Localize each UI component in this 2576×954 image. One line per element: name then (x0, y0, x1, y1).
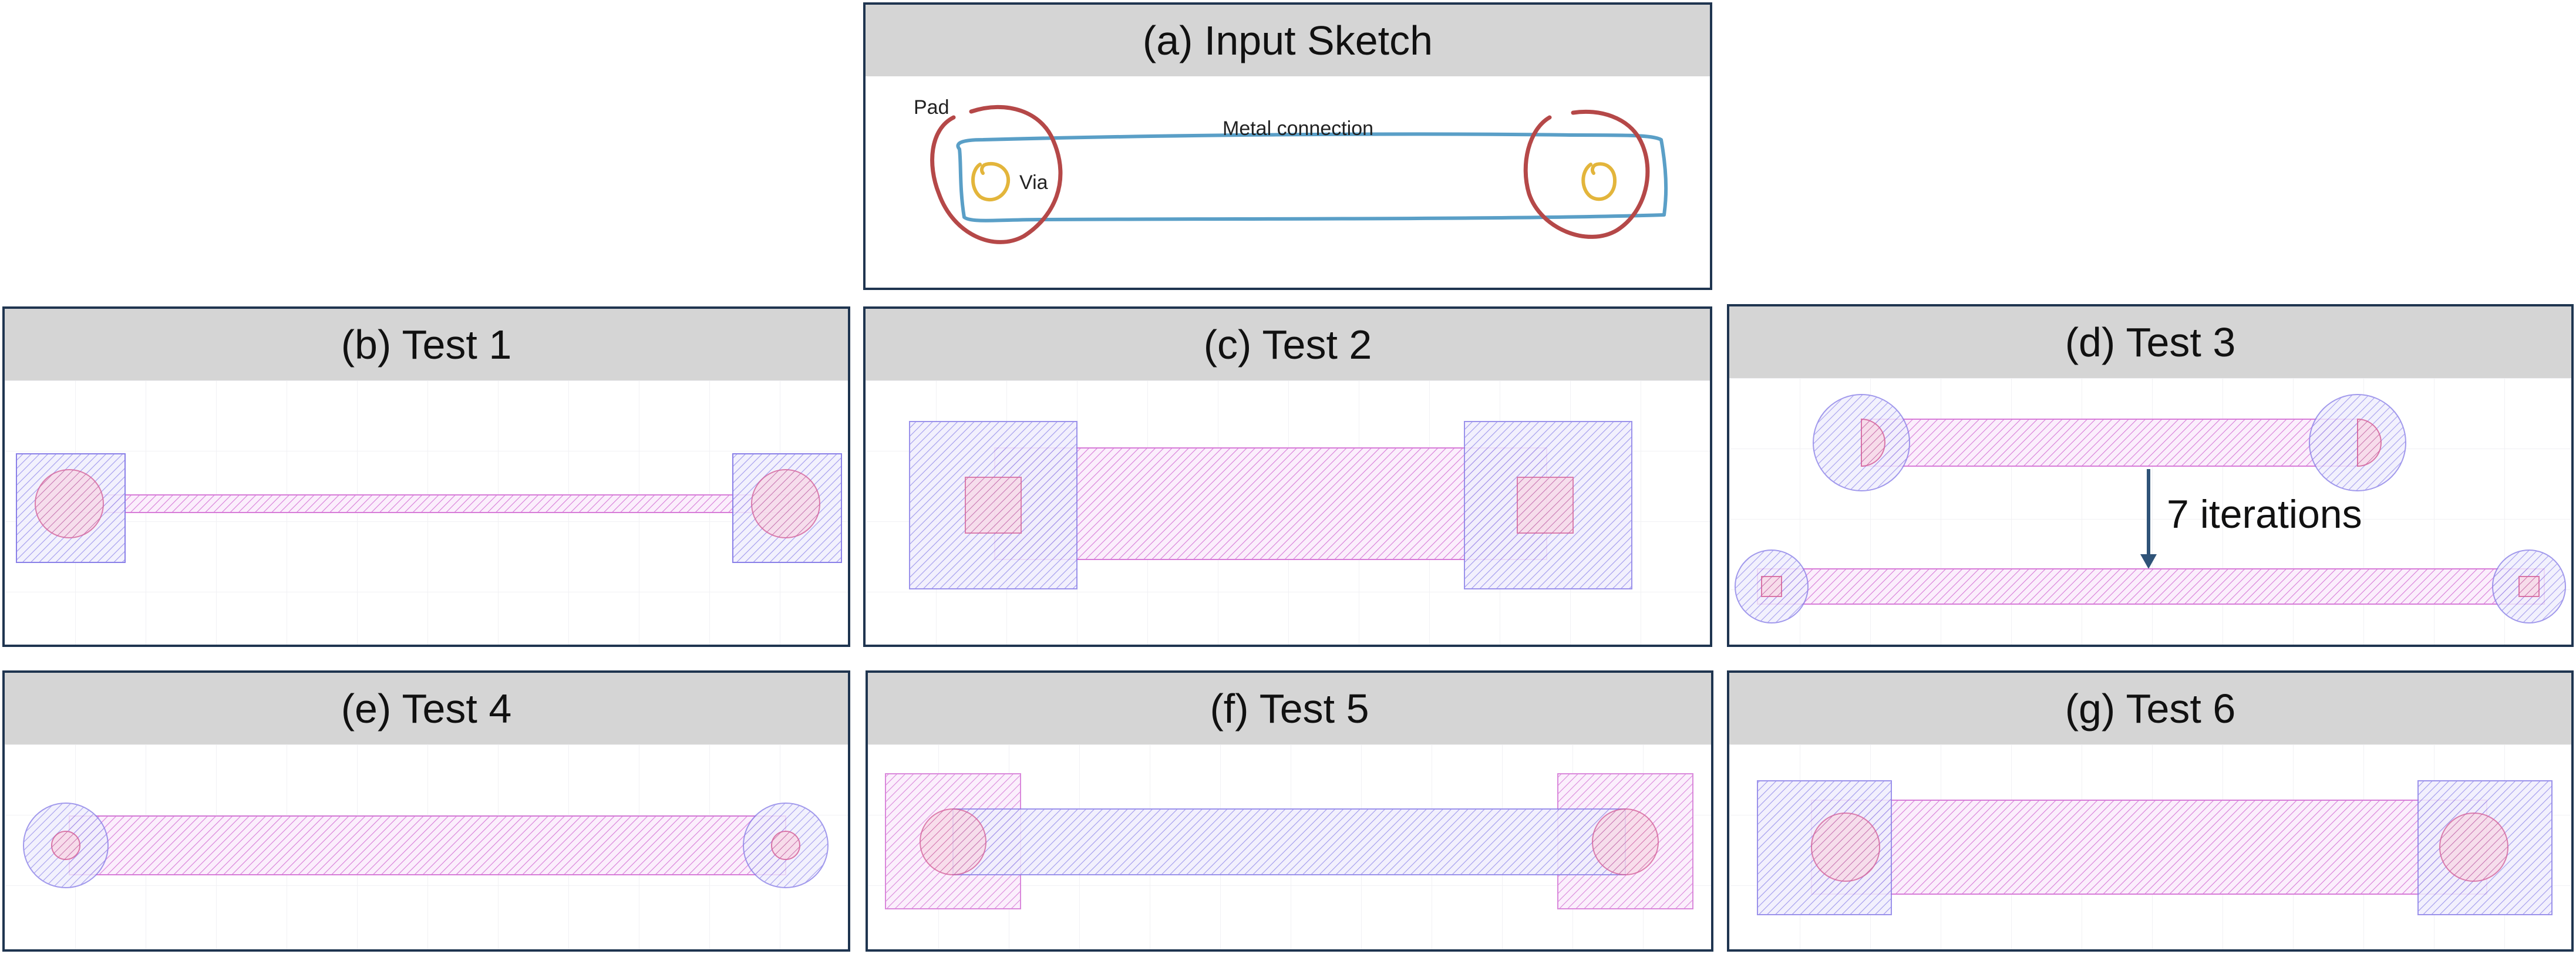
panel-test-3: (d) Test 3 7 iterations (1727, 304, 2574, 647)
via-right (2439, 813, 2508, 882)
layout-svg (5, 380, 848, 645)
via-left-final (1761, 576, 1782, 597)
metal-connection-final (1757, 568, 2545, 605)
panel-header: (b) Test 1 (5, 309, 848, 380)
layout-svg (5, 744, 848, 949)
metal-connection-initial (1861, 419, 2358, 467)
layout-canvas (1729, 744, 2571, 949)
panel-input-sketch: (a) Input Sketch Pad Via Metal connectio… (863, 2, 1712, 290)
via-left (51, 831, 80, 860)
via-left (920, 808, 986, 875)
sketch-metal-connection (956, 132, 1668, 223)
panel-title: (c) Test 2 (1203, 322, 1372, 368)
sketch-via-right (1581, 162, 1617, 201)
via-left (965, 477, 1022, 534)
via-right (1592, 808, 1659, 875)
via-right-final (2518, 576, 2540, 597)
metal-connection (69, 494, 789, 513)
metal-connection (1811, 800, 2487, 895)
panel-title: (a) Input Sketch (1142, 18, 1433, 63)
panel-header: (e) Test 4 (5, 673, 848, 744)
panel-test-4: (e) Test 4 (2, 670, 850, 952)
layout-svg (1729, 744, 2571, 949)
layout-canvas: 7 iterations (1729, 378, 2571, 645)
via-right (771, 831, 800, 860)
sketch-via-left (971, 161, 1011, 201)
label-via: Via (1019, 171, 1048, 194)
iterations-label: 7 iterations (2167, 492, 2362, 537)
layout-svg: 7 iterations (1729, 378, 2571, 645)
panel-header: (g) Test 6 (1729, 673, 2571, 744)
panel-test-2: (c) Test 2 (863, 306, 1712, 647)
via-right (1517, 477, 1574, 534)
panel-header: (a) Input Sketch (866, 5, 1710, 76)
panel-header: (c) Test 2 (866, 309, 1710, 380)
via-left (35, 469, 104, 538)
label-metal-connection: Metal connection (1223, 117, 1373, 140)
panel-title: (b) Test 1 (341, 322, 512, 368)
panel-test-1: (b) Test 1 (2, 306, 850, 647)
layout-svg (866, 380, 1710, 645)
panel-header: (f) Test 5 (868, 673, 1711, 744)
panel-title: (e) Test 4 (341, 686, 512, 731)
label-pad: Pad (914, 96, 949, 119)
layout-canvas (868, 744, 1711, 949)
via-right (751, 469, 820, 538)
layout-canvas (5, 744, 848, 949)
metal-connection (69, 815, 786, 875)
sketch-svg: Pad Via Metal connection (914, 96, 1668, 244)
panel-test-6: (g) Test 6 (1727, 670, 2574, 952)
layout-canvas (866, 380, 1710, 645)
layout-canvas (5, 380, 848, 645)
panel-title: (d) Test 3 (2065, 319, 2236, 365)
panel-header: (d) Test 3 (1729, 306, 2571, 378)
metal-connection (952, 808, 1626, 875)
panel-test-5: (f) Test 5 (866, 670, 1713, 952)
layout-svg (868, 744, 1711, 949)
sketch-canvas: Pad Via Metal connection (866, 76, 1710, 288)
panel-title: (f) Test 5 (1210, 686, 1369, 731)
via-left (1811, 813, 1880, 882)
panel-title: (g) Test 6 (2065, 686, 2236, 731)
